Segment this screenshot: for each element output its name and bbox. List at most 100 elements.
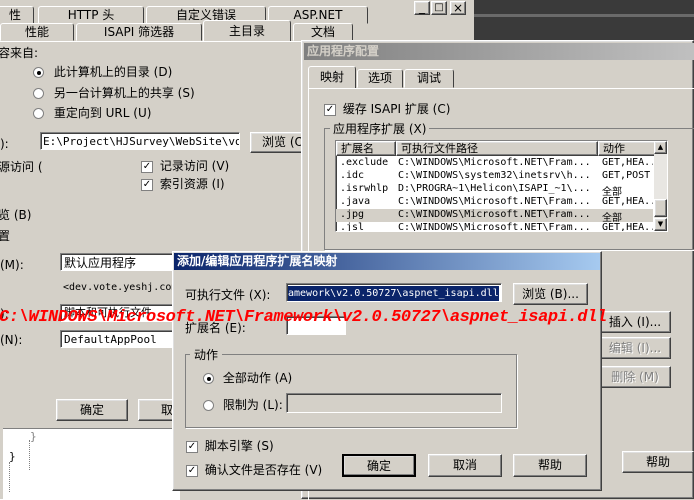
- list-item[interactable]: .jpg C:\WINDOWS\Microsoft.NET\Fram... 全部: [336, 209, 653, 222]
- radio-dot: [33, 88, 44, 99]
- browse-path-button[interactable]: 浏览 (O: [250, 132, 306, 153]
- tab-debugging[interactable]: 调试: [404, 69, 454, 88]
- column-header-exe-path[interactable]: 可执行文件路径: [396, 141, 598, 156]
- radio-dot: [33, 108, 44, 119]
- list-item-exe-path: C:\WINDOWS\Microsoft.NET\Fram...: [398, 157, 591, 168]
- check-icon: ✓: [141, 178, 153, 191]
- list-item-exe-path: C:\WINDOWS\Microsoft.NET\Fram...: [398, 196, 591, 207]
- app-settings-label: 置: [0, 229, 11, 243]
- all-actions-radio[interactable]: 全部动作 (A): [203, 369, 292, 386]
- minimize-button[interactable]: _: [414, 1, 430, 15]
- list-item-extension: .jsl: [340, 222, 365, 232]
- maximize-button[interactable]: □: [431, 1, 447, 15]
- edit-button[interactable]: 编辑 (I)...: [599, 337, 671, 359]
- dialog-ok-button[interactable]: 确定: [342, 454, 416, 477]
- cache-isapi-checkbox[interactable]: ✓ 缓存 ISAPI 扩展 (C): [324, 100, 450, 117]
- props-cancel-button[interactable]: 取: [138, 399, 176, 421]
- list-item-verbs: GET,POST: [602, 170, 651, 181]
- script-engine-checkbox[interactable]: ✓ 脚本引擎 (S): [186, 437, 274, 454]
- local-path-field[interactable]: E:\Project\HJSurvey\WebSite\vote.: [40, 132, 240, 150]
- list-scrollbar[interactable]: ▲ ▼: [654, 141, 667, 231]
- tab-mappings[interactable]: 映射: [308, 66, 356, 88]
- code-editor-gutter: [0, 428, 3, 499]
- path-annotation-overlay: C:\WINDOWS\Microsoft.NET\Framework\v2.0.…: [0, 308, 607, 327]
- cache-isapi-label: 缓存 ISAPI 扩展 (C): [342, 102, 451, 116]
- radio-dot: [203, 373, 214, 384]
- script-engine-label: 脚本引擎 (S): [204, 439, 274, 453]
- executable-field[interactable]: amework\v2.0.50727\aspnet_isapi.dll: [286, 283, 502, 302]
- radio-dot: [33, 67, 44, 78]
- check-icon: ✓: [141, 160, 153, 173]
- list-item[interactable]: .isrwhlp D:\PROGRA~1\Helicon\ISAPI_~1\...…: [336, 183, 653, 196]
- tab-documents[interactable]: 文档: [293, 23, 353, 41]
- scroll-up-arrow-icon[interactable]: ▲: [654, 141, 667, 154]
- extension-list[interactable]: 扩展名 可执行文件路径 动作 .exclude C:\WINDOWS\Micros…: [335, 140, 668, 232]
- insert-button[interactable]: 插入 (I)...: [599, 311, 671, 333]
- executable-label: 可执行文件 (X):: [185, 288, 271, 302]
- tab-isapi-filters[interactable]: ISAPI 筛选器: [76, 23, 202, 41]
- list-item-extension: .java: [340, 196, 371, 207]
- scroll-thumb[interactable]: [654, 199, 667, 217]
- props-ok-button[interactable]: 确定: [56, 399, 128, 421]
- verify-file-checkbox[interactable]: ✓ 确认文件是否存在 (V): [186, 461, 322, 478]
- tab-http-headers[interactable]: HTTP 头: [38, 6, 144, 24]
- radio-redirect-url[interactable]: 重定向到 URL (U): [33, 104, 151, 121]
- check-icon: ✓: [186, 464, 198, 477]
- list-item[interactable]: .idc C:\WINDOWS\system32\inetsrv\h... GET,…: [336, 170, 653, 183]
- list-item[interactable]: .exclude C:\WINDOWS\Microsoft.NET\Fram...…: [336, 157, 653, 170]
- radio-local-directory[interactable]: 此计算机上的目录 (D): [33, 63, 172, 80]
- tab-partial[interactable]: 性: [0, 6, 34, 24]
- column-header-verbs[interactable]: 动作: [598, 141, 658, 156]
- tab-options[interactable]: 选项: [357, 69, 403, 88]
- scroll-down-arrow-icon[interactable]: ▼: [654, 218, 667, 231]
- column-header-extension[interactable]: 扩展名: [336, 141, 396, 156]
- action-group-label: 动作: [190, 346, 223, 363]
- radio-network-share[interactable]: 另一台计算机上的共享 (S): [33, 84, 195, 101]
- dialog-title-bar: 添加/编辑应用程序扩展名映射: [174, 253, 600, 270]
- all-actions-label: 全部动作 (A): [222, 371, 293, 385]
- list-item-extension: .isrwhlp: [340, 183, 389, 194]
- background-dark-stripe: [474, 14, 694, 17]
- list-item[interactable]: .java C:\WINDOWS\Microsoft.NET\Fram... GET…: [336, 196, 653, 209]
- list-item[interactable]: .jsl C:\WINDOWS\Microsoft.NET\Fram... GET,…: [336, 222, 653, 232]
- limit-to-field[interactable]: [286, 393, 502, 413]
- app-config-help-button[interactable]: 帮助: [622, 451, 694, 473]
- app-name-field[interactable]: 默认应用程序: [60, 253, 180, 271]
- dialog-cancel-button[interactable]: 取消: [428, 454, 502, 477]
- code-dotted-line: [9, 462, 10, 492]
- check-icon: ✓: [324, 103, 336, 116]
- app-pool-field[interactable]: DefaultAppPool: [60, 330, 180, 348]
- tab-performance[interactable]: 性能: [0, 23, 74, 41]
- radio-url-label: 重定向到 URL (U): [53, 106, 152, 120]
- list-item-extension: .exclude: [340, 157, 389, 168]
- code-dotted-line: [29, 440, 30, 470]
- verify-file-label: 确认文件是否存在 (V): [204, 463, 323, 477]
- list-item-extension: .jpg: [340, 209, 365, 220]
- list-item-verbs: 全部: [602, 213, 622, 222]
- limit-to-label: 限制为 (L):: [222, 398, 283, 412]
- close-button[interactable]: ×: [450, 1, 466, 15]
- limit-to-radio[interactable]: 限制为 (L):: [203, 396, 283, 413]
- list-item-exe-path: D:\PROGRA~1\Helicon\ISAPI_~1\...: [398, 183, 591, 194]
- dialog-browse-button[interactable]: 浏览 (B)...: [513, 283, 588, 305]
- action-group: [185, 354, 517, 428]
- directory-browse-label: 览 (B): [0, 208, 32, 222]
- app-config-title: 应用程序配置: [307, 44, 380, 58]
- content-source-label: 容来自:: [0, 46, 39, 60]
- check-icon: ✓: [186, 440, 198, 453]
- dialog-help-button[interactable]: 帮助: [513, 454, 587, 477]
- index-resource-checkbox[interactable]: ✓ 索引资源 (I): [141, 175, 225, 192]
- list-item-verbs: GET,HEA...: [602, 222, 653, 232]
- app-pool-label: (N):: [0, 333, 23, 347]
- start-point-value: <dev.vote.yeshj.com: [63, 282, 178, 293]
- background-dark-area: [474, 0, 694, 40]
- tab-home-directory[interactable]: 主目录: [203, 20, 291, 42]
- delete-button[interactable]: 删除 (M): [599, 366, 671, 388]
- radio-local-label: 此计算机上的目录 (D): [53, 65, 173, 79]
- list-header: 扩展名 可执行文件路径 动作: [336, 141, 658, 156]
- list-item-exe-path: C:\WINDOWS\system32\inetsrv\h...: [398, 170, 591, 181]
- dialog-title: 添加/编辑应用程序扩展名映射: [177, 254, 338, 268]
- app-name-label: (M):: [0, 258, 24, 272]
- list-item-exe-path: C:\WINDOWS\Microsoft.NET\Fram...: [398, 209, 591, 220]
- log-visits-checkbox[interactable]: ✓ 记录访问 (V): [141, 157, 229, 174]
